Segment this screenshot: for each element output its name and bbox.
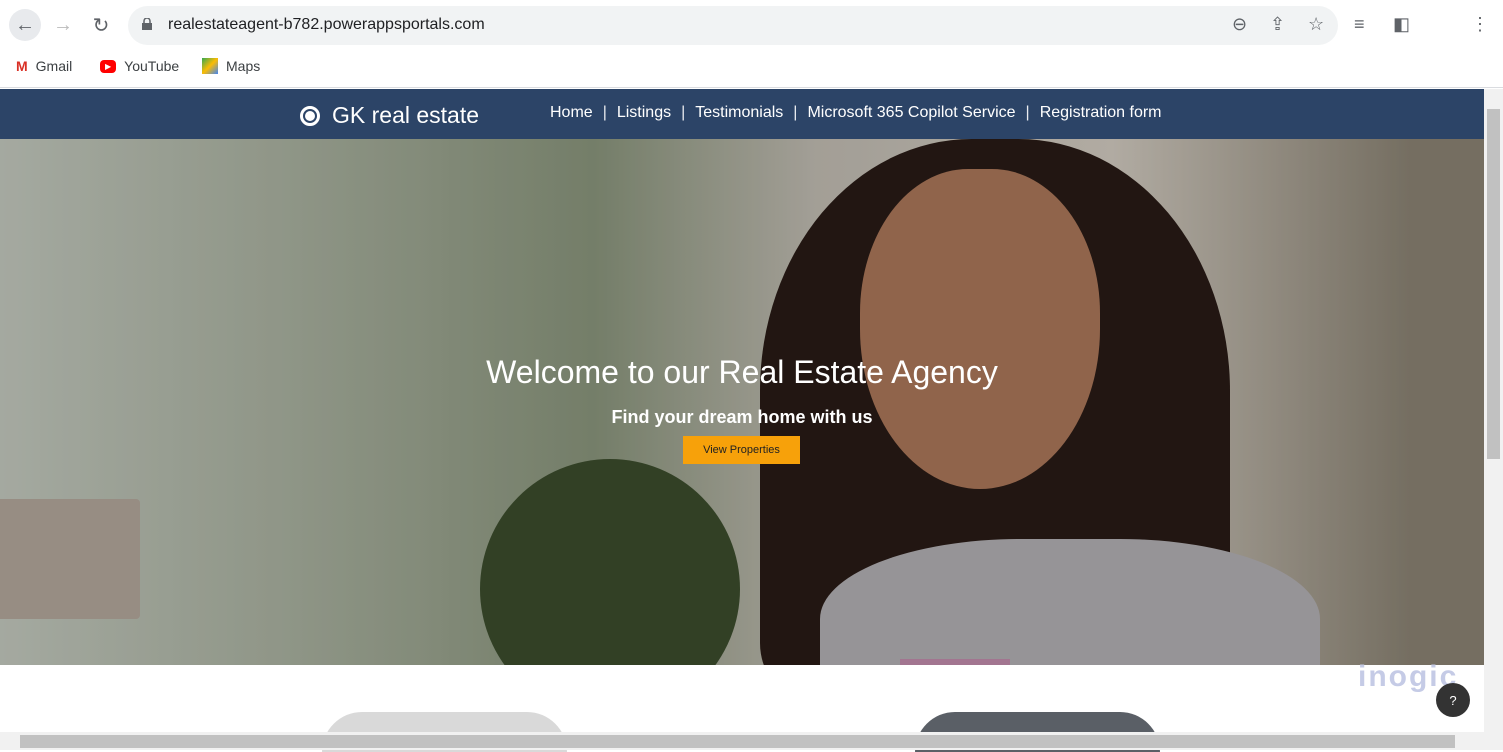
nav-testimonials[interactable]: Testimonials bbox=[685, 104, 793, 122]
nav-separator: | bbox=[793, 104, 798, 121]
help-chat-icon[interactable]: ? bbox=[1436, 683, 1470, 717]
zoom-icon[interactable]: ⊖ bbox=[1232, 14, 1247, 35]
bookmark-label: Gmail bbox=[35, 58, 73, 74]
reading-list-icon[interactable]: ≡ bbox=[1354, 14, 1365, 35]
forward-button[interactable]: → bbox=[47, 9, 79, 41]
maps-icon bbox=[202, 58, 218, 74]
reload-button[interactable]: ↻ bbox=[85, 9, 117, 41]
scroll-thumb[interactable] bbox=[20, 735, 1455, 748]
bookmark-label: YouTube bbox=[124, 58, 180, 74]
youtube-icon: ▶ bbox=[100, 59, 117, 73]
lock-icon bbox=[142, 18, 152, 30]
back-button[interactable]: ← bbox=[9, 9, 41, 41]
browser-toolbar: ← → ↻ realestateagent-b782.powerappsport… bbox=[0, 0, 1503, 50]
nav-copilot-service[interactable]: Microsoft 365 Copilot Service bbox=[797, 104, 1025, 122]
horizontal-scrollbar[interactable] bbox=[0, 732, 1503, 750]
share-icon[interactable]: ⇪ bbox=[1270, 14, 1285, 35]
nav-listings[interactable]: Listings bbox=[607, 104, 681, 122]
nav-separator: | bbox=[602, 104, 607, 121]
bookmark-maps[interactable]: Maps bbox=[202, 58, 260, 74]
scroll-thumb[interactable] bbox=[1487, 109, 1500, 459]
hero-title: Welcome to our Real Estate Agency bbox=[486, 354, 998, 390]
nav-registration-form[interactable]: Registration form bbox=[1030, 104, 1172, 122]
gmail-icon: M bbox=[16, 58, 28, 74]
nav-separator: | bbox=[1025, 104, 1030, 121]
bookmark-gmail[interactable]: M Gmail bbox=[16, 58, 72, 74]
url-text: realestateagent-b782.powerappsportals.co… bbox=[168, 16, 485, 33]
vertical-scrollbar[interactable] bbox=[1484, 89, 1503, 732]
bookmark-youtube[interactable]: ▶ YouTube bbox=[100, 58, 179, 74]
menu-icon[interactable]: ⋮ bbox=[1471, 14, 1489, 35]
nav-home[interactable]: Home bbox=[540, 104, 603, 122]
bookmarks-bar: M Gmail ▶ YouTube Maps bbox=[0, 50, 1503, 88]
hero-subtitle: Find your dream home with us bbox=[611, 407, 873, 427]
nav-separator: | bbox=[681, 104, 686, 121]
logo-icon bbox=[300, 105, 320, 126]
bookmark-label: Maps bbox=[226, 58, 261, 74]
hero-overlay bbox=[0, 139, 1484, 665]
brand-name: GK real estate bbox=[332, 102, 480, 128]
star-icon[interactable]: ☆ bbox=[1308, 14, 1324, 35]
address-bar[interactable]: realestateagent-b782.powerappsportals.co… bbox=[128, 6, 1338, 45]
nav-links: Home | Listings | Testimonials | Microso… bbox=[540, 104, 1172, 122]
hero-banner: Welcome to our Real Estate Agency Find y… bbox=[0, 139, 1484, 665]
view-properties-button[interactable]: View Properties bbox=[683, 436, 800, 464]
site-navbar: GK real estate Home | Listings | Testimo… bbox=[0, 89, 1484, 139]
brand[interactable]: GK real estate bbox=[300, 102, 479, 129]
side-panel-icon[interactable]: ◧ bbox=[1393, 14, 1410, 35]
